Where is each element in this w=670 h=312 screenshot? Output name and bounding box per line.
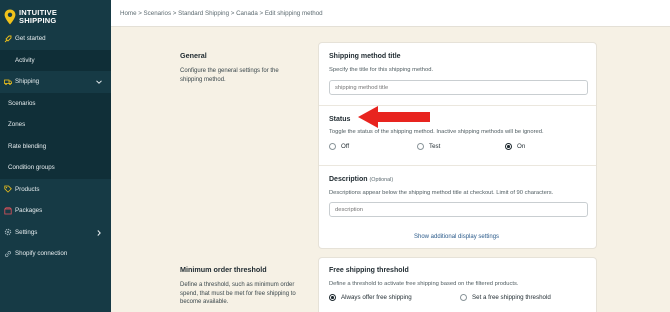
status-radio-on[interactable]: On	[505, 143, 525, 150]
link-icon	[4, 250, 12, 258]
status-option-label: On	[517, 143, 526, 150]
sidebar-item-packages[interactable]: Packages	[0, 200, 111, 222]
sidebar-item-rate-blending[interactable]: Rate blending	[0, 135, 111, 157]
status-radio-test[interactable]: Test	[417, 143, 440, 150]
sidebar-item-label: Zones	[8, 121, 26, 129]
sidebar-item-label: Shopify connection	[15, 250, 68, 258]
description-section: Description (Optional) Descriptions appe…	[319, 165, 596, 249]
radio-set-free-shipping-threshold[interactable]: Set a free shipping threshold	[460, 294, 551, 301]
free-shipping-option-label: Set a free shipping threshold	[472, 294, 551, 301]
sidebar-item-label: Settings	[15, 228, 38, 236]
radio-always-offer-free-shipping[interactable]: Always offer free shipping	[329, 294, 412, 301]
brand-line-2: SHIPPING	[19, 16, 57, 25]
free-shipping-threshold-help: Define a threshold to activate free ship…	[329, 281, 519, 287]
status-option-label: Test	[429, 143, 441, 150]
brand-name: INTUITIVE SHIPPING	[19, 9, 57, 25]
minimum-order-section-title: Minimum order threshold	[180, 265, 267, 274]
sidebar-item-label: Packages	[15, 207, 43, 215]
shipping-method-title-label: Shipping method title	[329, 53, 401, 60]
sidebar-item-scenarios[interactable]: Scenarios	[0, 92, 111, 114]
description-help: Descriptions appear below the shipping m…	[329, 190, 554, 196]
minimum-order-section-description: Define a threshold, such as minimum orde…	[180, 282, 296, 305]
radio-circle	[329, 143, 336, 150]
annotation-arrow-icon	[358, 106, 430, 128]
status-option-label: Off	[341, 143, 350, 150]
sidebar-item-label: Scenarios	[8, 99, 36, 107]
sidebar-item-settings[interactable]: Settings	[0, 222, 111, 244]
truck-icon	[4, 78, 12, 86]
sidebar-item-products[interactable]: Products	[0, 179, 111, 201]
status-radio-off[interactable]: Off	[329, 143, 349, 150]
chevron-down-icon	[96, 80, 102, 84]
app-logo[interactable]: INTUITIVE SHIPPING	[4, 4, 57, 30]
radio-circle-selected	[505, 143, 512, 150]
shipping-method-title-input[interactable]	[329, 80, 588, 95]
activity-icon	[4, 56, 12, 64]
free-shipping-card: Free shipping threshold Define a thresho…	[318, 257, 597, 312]
breadcrumb-text[interactable]: Home > Scenarios > Standard Shipping > C…	[120, 10, 323, 17]
location-pin-icon	[4, 9, 16, 25]
status-label: Status	[329, 116, 351, 123]
sidebar-item-activity[interactable]: Activity	[0, 49, 111, 71]
sidebar-item-zones[interactable]: Zones	[0, 114, 111, 136]
description-label-text: Description	[329, 176, 368, 183]
sidebar: INTUITIVE SHIPPING Get started Activity …	[0, 0, 111, 312]
radio-circle	[460, 294, 467, 301]
general-section-description: Configure the general settings for the s…	[180, 68, 279, 83]
show-additional-display-settings-link[interactable]: Show additional display settings	[414, 234, 499, 240]
gear-icon	[4, 228, 12, 236]
sidebar-item-label: Condition groups	[8, 164, 55, 172]
free-shipping-threshold-label: Free shipping threshold	[329, 267, 409, 274]
chevron-right-icon	[97, 229, 101, 236]
general-section-title: General	[180, 51, 207, 60]
rocket-icon	[4, 35, 12, 43]
breadcrumb: Home > Scenarios > Standard Shipping > C…	[111, 0, 670, 27]
sidebar-item-label: Products	[15, 185, 40, 193]
package-icon	[4, 207, 12, 215]
shipping-method-title-help: Specify the title for this shipping meth…	[329, 67, 434, 73]
description-input[interactable]	[329, 202, 588, 217]
sidebar-nav: Get started Activity Shipping Scenarios …	[0, 28, 111, 265]
optional-tag: (Optional)	[369, 177, 394, 183]
free-shipping-option-label: Always offer free shipping	[341, 294, 412, 301]
sidebar-item-label: Get started	[15, 35, 46, 43]
sidebar-item-label: Activity	[15, 56, 35, 64]
sidebar-item-condition-groups[interactable]: Condition groups	[0, 157, 111, 179]
sidebar-item-label: Rate blending	[8, 142, 47, 150]
tag-icon	[4, 185, 12, 193]
radio-circle	[417, 143, 424, 150]
radio-circle-selected	[329, 294, 336, 301]
sidebar-item-get-started[interactable]: Get started	[0, 28, 111, 50]
description-label: Description (Optional)	[329, 176, 393, 183]
sidebar-item-shipping[interactable]: Shipping	[0, 71, 111, 93]
general-settings-card: Shipping method title Specify the title …	[318, 42, 597, 249]
sidebar-item-label: Shipping	[15, 78, 40, 86]
sidebar-item-shopify-connection[interactable]: Shopify connection	[0, 243, 111, 265]
